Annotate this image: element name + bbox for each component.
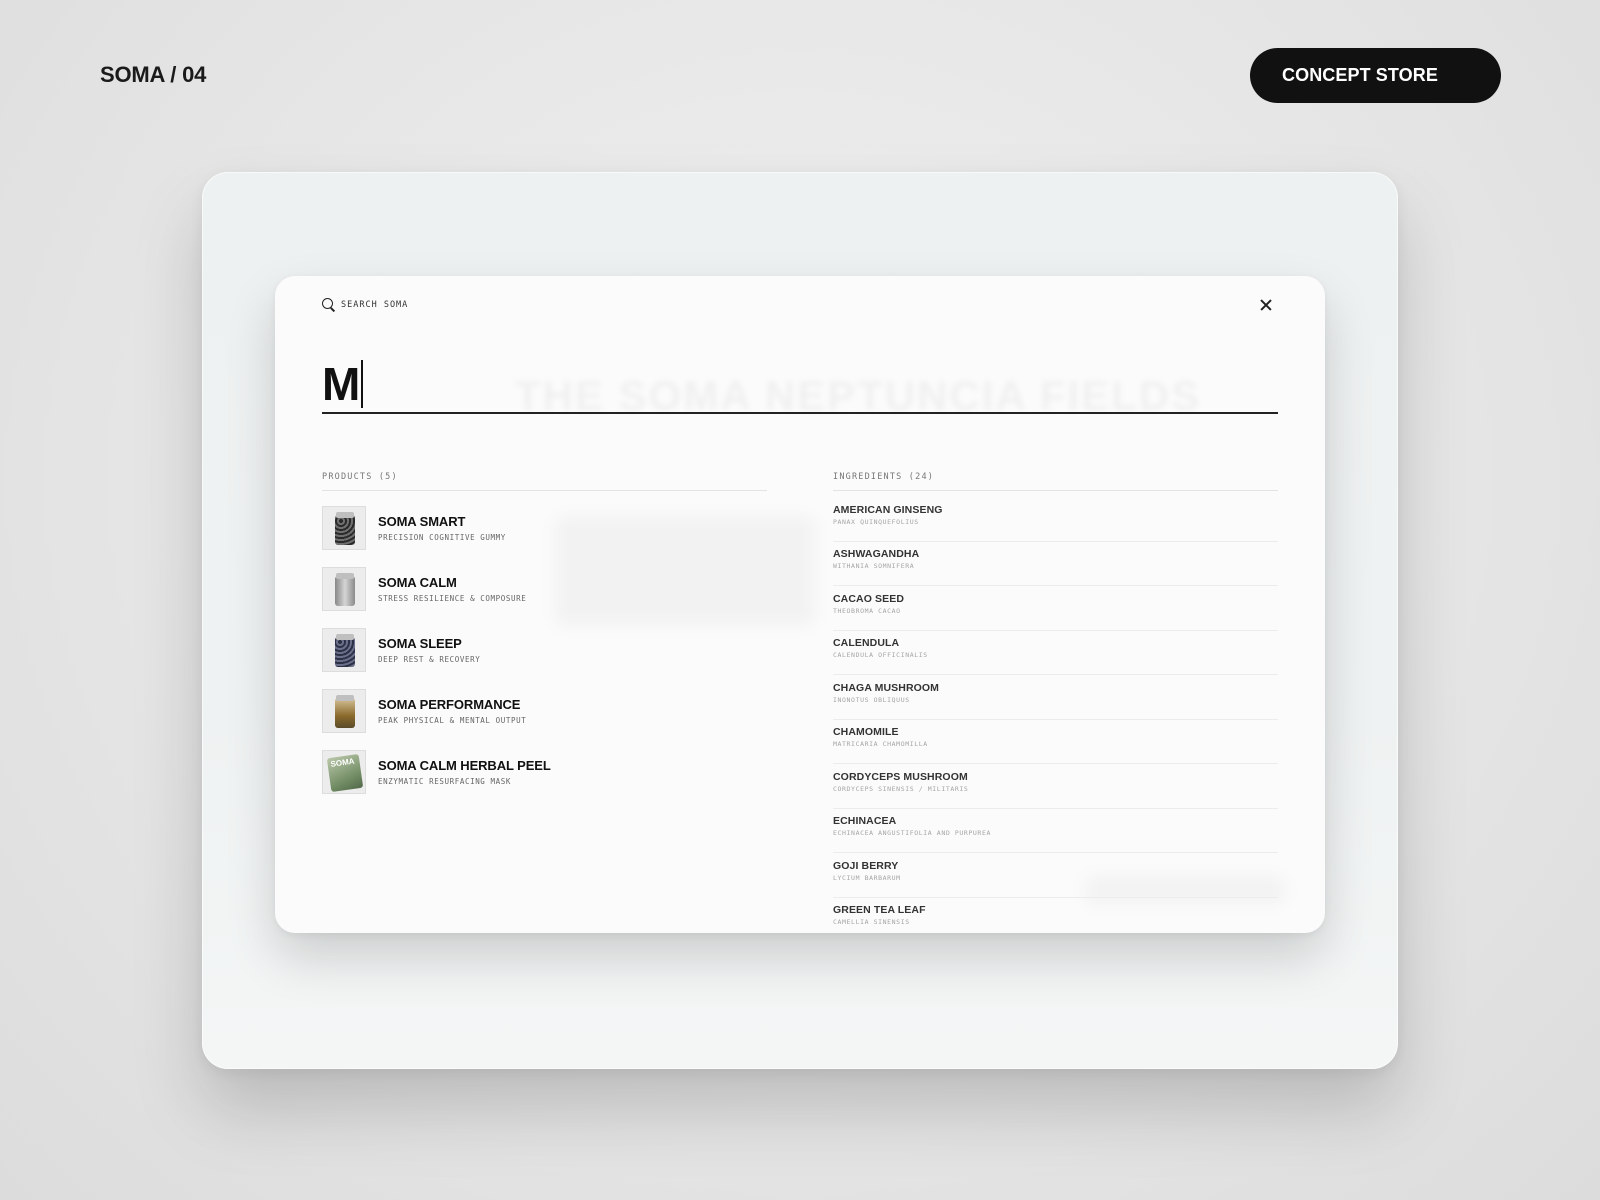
- search-icon: [322, 298, 335, 311]
- close-icon[interactable]: [1257, 296, 1275, 314]
- ingredient-name: AMERICAN GINSENG: [833, 504, 943, 516]
- search-bar[interactable]: SEARCH SOMA: [322, 298, 408, 311]
- ingredient-name: GREEN TEA LEAF: [833, 904, 926, 916]
- search-query-text: M: [322, 358, 360, 410]
- product-subtitle: STRESS RESILIENCE & COMPOSURE: [378, 594, 527, 603]
- ingredient-item-chamomile[interactable]: CHAMOMILE MATRICARIA CHAMOMILLA: [833, 720, 1278, 764]
- ingredient-name: CHAGA MUSHROOM: [833, 682, 940, 694]
- product-thumbnail: SOMA: [322, 750, 366, 794]
- jar-sleep-icon: [335, 634, 355, 667]
- ingredient-latin-name: CAMELLIA SINENSIS: [833, 918, 910, 926]
- jar-performance-icon: [335, 695, 355, 728]
- product-item-soma-calm-herbal-peel[interactable]: SOMA SOMA CALM HERBAL PEEL ENZYMATIC RES…: [322, 750, 767, 794]
- brand-title: SOMA / 04: [100, 62, 207, 87]
- ingredient-item-cordyceps-mushroom[interactable]: CORDYCEPS MUSHROOM CORDYCEPS SINENSIS / …: [833, 765, 1278, 809]
- ingredient-latin-name: PANAX QUINQUEFOLIUS: [833, 518, 919, 526]
- ingredient-latin-name: THEOBROMA CACAO: [833, 607, 901, 615]
- product-subtitle: PEAK PHYSICAL & MENTAL OUTPUT: [378, 716, 527, 725]
- ingredient-item-chaga-mushroom[interactable]: CHAGA MUSHROOM INONOTUS OBLIQUUS: [833, 676, 1278, 720]
- ingredient-latin-name: CORDYCEPS SINENSIS / MILITARIS: [833, 785, 969, 793]
- search-input[interactable]: M: [322, 358, 1278, 414]
- ingredient-latin-name: MATRICARIA CHAMOMILLA: [833, 740, 928, 748]
- products-section-label: PRODUCTS (5): [322, 472, 767, 491]
- ingredient-latin-name: ECHINACEA ANGUSTIFOLIA AND PURPUREA: [833, 829, 991, 837]
- ingredient-name: ASHWAGANDHA: [833, 548, 920, 560]
- ingredient-latin-name: WITHANIA SOMNIFERA: [833, 562, 915, 570]
- ingredient-latin-name: CALENDULA OFFICINALIS: [833, 651, 928, 659]
- ingredient-name: CHAMOMILE: [833, 726, 899, 738]
- product-subtitle: PRECISION COGNITIVE GUMMY: [378, 533, 506, 542]
- jar-calm-icon: [335, 573, 355, 606]
- ingredient-name: ECHINACEA: [833, 815, 897, 827]
- product-item-soma-performance[interactable]: SOMA PERFORMANCE PEAK PHYSICAL & MENTAL …: [322, 689, 767, 733]
- text-caret: [361, 360, 364, 408]
- ingredient-latin-name: LYCIUM BARBARUM: [833, 874, 901, 882]
- ingredient-name: CORDYCEPS MUSHROOM: [833, 771, 968, 783]
- product-subtitle: ENZYMATIC RESURFACING MASK: [378, 777, 511, 786]
- jar-smart-icon: [335, 512, 355, 545]
- product-name: SOMA SMART: [378, 514, 466, 529]
- product-name: SOMA PERFORMANCE: [378, 697, 521, 712]
- concept-store-button[interactable]: CONCEPT STORE: [1250, 48, 1501, 103]
- search-modal: THE SOMA NEPTUNCIA FIELDS SEARCH SOMA M …: [275, 276, 1325, 933]
- ingredient-item-goji-berry[interactable]: GOJI BERRY LYCIUM BARBARUM: [833, 854, 1278, 898]
- ingredient-item-american-ginseng[interactable]: AMERICAN GINSENG PANAX QUINQUEFOLIUS: [833, 498, 1278, 542]
- search-label: SEARCH SOMA: [341, 299, 409, 310]
- product-item-soma-smart[interactable]: SOMA SMART PRECISION COGNITIVE GUMMY: [322, 506, 767, 550]
- ingredient-name: CALENDULA: [833, 637, 900, 649]
- product-name: SOMA CALM HERBAL PEEL: [378, 758, 551, 773]
- ingredient-item-calendula[interactable]: CALENDULA CALENDULA OFFICINALIS: [833, 631, 1278, 675]
- product-subtitle: DEEP REST & RECOVERY: [378, 655, 481, 664]
- pouch-peel-icon: SOMA: [326, 753, 364, 793]
- product-name: SOMA SLEEP: [378, 636, 462, 651]
- ingredient-item-cacao-seed[interactable]: CACAO SEED THEOBROMA CACAO: [833, 587, 1278, 631]
- ingredient-item-echinacea[interactable]: ECHINACEA ECHINACEA ANGUSTIFOLIA AND PUR…: [833, 809, 1278, 853]
- ingredient-name: GOJI BERRY: [833, 860, 899, 872]
- ingredient-latin-name: INONOTUS OBLIQUUS: [833, 696, 910, 704]
- ingredient-item-green-tea-leaf[interactable]: GREEN TEA LEAF CAMELLIA SINENSIS: [833, 898, 1278, 933]
- ingredient-item-ashwagandha[interactable]: ASHWAGANDHA WITHANIA SOMNIFERA: [833, 542, 1278, 586]
- product-thumbnail: [322, 689, 366, 733]
- product-item-soma-calm[interactable]: SOMA CALM STRESS RESILIENCE & COMPOSURE: [322, 567, 767, 611]
- pouch-brand-text: SOMA: [330, 756, 356, 769]
- ingredient-name: CACAO SEED: [833, 593, 905, 605]
- product-name: SOMA CALM: [378, 575, 457, 590]
- product-item-soma-sleep[interactable]: SOMA SLEEP DEEP REST & RECOVERY: [322, 628, 767, 672]
- product-thumbnail: [322, 567, 366, 611]
- product-thumbnail: [322, 628, 366, 672]
- ingredients-section-label: INGREDIENTS (24): [833, 472, 1278, 491]
- product-thumbnail: [322, 506, 366, 550]
